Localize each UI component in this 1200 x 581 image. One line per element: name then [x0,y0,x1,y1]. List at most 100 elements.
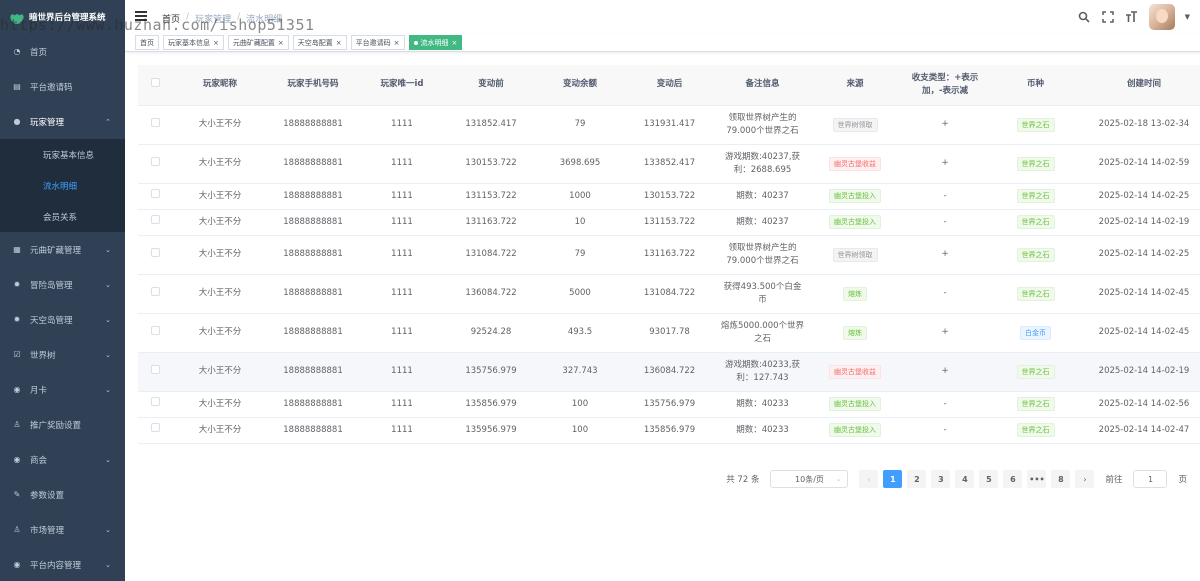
tag-5[interactable]: 流水明细 × [408,35,463,50]
cell-after: 131153.722 [623,209,716,236]
close-icon[interactable]: × [394,39,400,47]
sidebar-item-0[interactable]: ◔ 首页 [0,34,125,69]
close-icon[interactable]: × [452,39,458,47]
page-button[interactable]: 2 [907,470,927,488]
cell-type: - [901,274,989,314]
cell-after: 131163.722 [623,235,716,275]
sidebar-item-10[interactable]: ✎ 参数设置 [0,477,125,512]
cell-created: 2025-02-14 14-02-56 [1082,391,1200,418]
table-row[interactable]: 大小王不分 18888888881 1111 131084.722 79 131163.7… [138,235,1200,275]
sidebar-item-6[interactable]: ☑ 世界树 ⌄ [0,337,125,372]
tag-2[interactable]: 元曲矿藏配置 × [227,35,289,50]
cell-created: 2025-02-14 14-02-59 [1082,144,1200,184]
cell-source: 幽灵古堡投入 [809,391,901,418]
sidebar-item-3[interactable]: ▦ 元曲矿藏管理 ⌄ [0,232,125,267]
table-row[interactable]: 大小王不分 18888888881 1111 135956.979 100 135856.… [138,417,1200,444]
row-checkbox[interactable] [151,247,160,257]
chevron-down-icon: ⌄ [105,560,111,569]
cell-phone: 18888888881 [267,183,359,210]
cell-phone: 18888888881 [267,209,359,236]
tag-3[interactable]: 天空岛配置 × [292,35,347,50]
submenu-item-2[interactable]: 会员关系 [0,201,125,232]
col-created: 创建时间 [1082,65,1200,106]
page-button[interactable]: 5 [979,470,999,488]
right-menu: ▼ [1077,4,1190,30]
bug-icon: ✹ [13,280,21,289]
sidebar-item-4[interactable]: ✹ 冒险岛管理 ⌄ [0,267,125,302]
row-checkbox[interactable] [151,364,160,374]
table-row[interactable]: 大小王不分 18888888881 1111 135856.979 100 135756.… [138,391,1200,418]
table-row[interactable]: 大小王不分 18888888881 1111 131153.722 1000 130153… [138,183,1200,210]
row-checkbox[interactable] [151,423,160,432]
search-icon[interactable] [1077,10,1091,24]
cell-type: + [901,352,989,392]
sidebar-item-label: 月卡 [30,385,48,396]
cell-uid: 1111 [359,209,445,236]
submenu-item-1[interactable]: 流水明细 [0,170,125,201]
cell-created: 2025-02-14 14-02-45 [1082,274,1200,314]
cell-phone: 18888888881 [267,144,359,184]
table-row[interactable]: 大小王不分 18888888881 1111 135756.979 327.743 136… [138,352,1200,392]
page-size-select[interactable]: 10条/页 ⌄ [770,470,849,488]
sidebar-item-5[interactable]: ✹ 天空岛管理 ⌄ [0,302,125,337]
submenu-item-0[interactable]: 玩家基本信息 [0,139,125,170]
cell-currency: 世界之石 [989,391,1082,418]
table-row[interactable]: 大小王不分 18888888881 1111 92524.28 493.5 93017.7… [138,313,1200,353]
row-checkbox[interactable] [151,286,160,296]
tag-0[interactable]: 首页 [135,35,159,50]
sidebar-item-8[interactable]: ♙ 推广奖励设置 [0,407,125,442]
sidebar-item-12[interactable]: ◉ 平台内容管理 ⌄ [0,547,125,581]
select-all-checkbox[interactable] [151,77,160,87]
tag-4[interactable]: 平台邀请码 × [350,35,405,50]
chevron-up-icon: ⌃ [105,117,111,126]
font-size-icon[interactable] [1125,10,1139,24]
cell-type: + [901,105,989,145]
table-row[interactable]: 大小王不分 18888888881 1111 136084.722 5000 131084… [138,274,1200,314]
money-icon: ◉ [13,385,21,394]
page-button[interactable]: 8 [1051,470,1071,488]
cell-uid: 1111 [359,417,445,444]
tag-1[interactable]: 玩家基本信息 × [163,35,224,50]
sidebar-item-9[interactable]: ◉ 商会 ⌄ [0,442,125,477]
table-row[interactable]: 大小王不分 18888888881 1111 130153.722 3698.695 13… [138,144,1200,184]
cell-phone: 18888888881 [267,417,359,444]
fullscreen-icon[interactable] [1101,10,1115,24]
row-checkbox[interactable] [151,156,160,166]
caret-down-icon[interactable]: ▼ [1185,13,1190,21]
close-icon[interactable]: × [213,39,219,47]
prev-page-button[interactable]: ‹ [859,470,879,488]
sidebar-item-2[interactable]: ● 玩家管理 ⌃ [0,104,125,139]
more-pages-button[interactable]: ••• [1027,470,1047,488]
source-badge: 幽灵古堡投入 [829,397,881,411]
sidebar-item-11[interactable]: ♙ 市场管理 ⌄ [0,512,125,547]
cell-nickname: 大小王不分 [173,105,267,145]
page-button[interactable]: 6 [1003,470,1023,488]
sidebar-item-1[interactable]: ▤ 平台邀请码 [0,69,125,104]
close-icon[interactable]: × [278,39,284,47]
row-checkbox[interactable] [151,215,160,224]
page-button[interactable]: 1 [883,470,903,488]
cell-currency: 世界之石 [989,209,1082,236]
tag-label: 流水明细 [420,38,449,47]
sidebar-item-label: 首页 [30,47,48,58]
page-button[interactable]: 3 [931,470,951,488]
person-icon: ♙ [13,525,21,534]
cell-source: 世界树领取 [809,105,901,145]
next-page-button[interactable]: › [1075,470,1095,488]
cell-before: 131153.722 [445,183,537,210]
row-checkbox[interactable] [151,117,160,127]
cell-before: 135956.979 [445,417,537,444]
row-checkbox-cell [138,274,173,314]
page-button[interactable]: 4 [955,470,975,488]
close-icon[interactable]: × [336,39,342,47]
table-row[interactable]: 大小王不分 18888888881 1111 131163.722 10 131153.7… [138,209,1200,236]
sidebar-item-7[interactable]: ◉ 月卡 ⌄ [0,372,125,407]
avatar[interactable] [1148,4,1175,30]
row-checkbox[interactable] [151,189,160,198]
table-row[interactable]: 大小王不分 18888888881 1111 131852.417 79 131931.4… [138,105,1200,145]
row-checkbox[interactable] [151,325,160,335]
row-checkbox[interactable] [151,397,160,406]
flow-detail-table: 玩家昵称 玩家手机号码 玩家唯一id 变动前 变动余额 变动后 备注信息 来源 … [138,65,1200,444]
goto-page-input[interactable]: 1 [1133,470,1168,488]
chevron-down-icon: ⌄ [105,525,111,534]
